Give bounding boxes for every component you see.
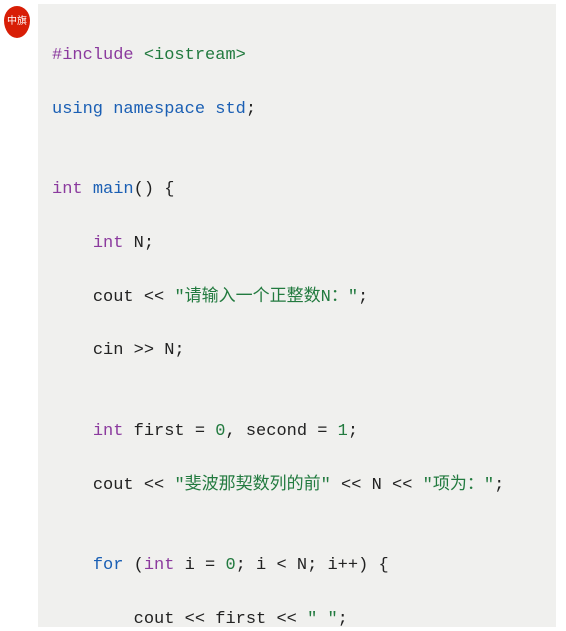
code-block: #include <iostream> using namespace std;… (38, 4, 556, 627)
code-text: () { (134, 180, 175, 199)
keyword: for (93, 556, 124, 575)
watermark-badge: 中旗 (4, 6, 30, 38)
code-line: cout << first << " "; (52, 607, 542, 627)
code-line: int main() { (52, 177, 542, 204)
code-line: for (int i = 0; i < N; i++) { (52, 553, 542, 580)
code-text: cout << (52, 476, 174, 495)
number-literal: 0 (225, 556, 235, 575)
code-line: cout << "请输入一个正整数N："; (52, 285, 542, 312)
type-keyword: int (93, 234, 124, 253)
code-text: ; i < N; i++) { (236, 556, 389, 575)
code-line: cin >> N; (52, 338, 542, 365)
code-text: ; (348, 422, 358, 441)
punct: ; (246, 100, 256, 119)
function-name: main (93, 180, 134, 199)
code-text: i = (174, 556, 225, 575)
code-text: ( (123, 556, 143, 575)
code-text: ; (358, 288, 368, 307)
code-line: cout << "斐波那契数列的前" << N << "项为："; (52, 473, 542, 500)
identifier: std (215, 100, 246, 119)
keyword: using (52, 100, 103, 119)
include-header: <iostream> (144, 46, 246, 65)
keyword: namespace (113, 100, 205, 119)
code-line: int N; (52, 231, 542, 258)
code-text: ; (494, 476, 504, 495)
type-keyword: int (144, 556, 175, 575)
code-line: #include <iostream> (52, 43, 542, 70)
preproc-keyword: #include (52, 46, 134, 65)
string-literal: "项为：" (423, 476, 494, 495)
code-line: int first = 0, second = 1; (52, 419, 542, 446)
code-text: cout << (52, 288, 174, 307)
code-text: ; (338, 610, 348, 627)
code-line: using namespace std; (52, 97, 542, 124)
number-literal: 0 (215, 422, 225, 441)
code-text: N; (123, 234, 154, 253)
string-literal: "斐波那契数列的前" (174, 476, 330, 495)
type-keyword: int (93, 422, 124, 441)
string-literal: "请输入一个正整数N：" (174, 288, 358, 307)
code-text: << N << (331, 476, 423, 495)
number-literal: 1 (338, 422, 348, 441)
watermark-text: 中旗 (7, 17, 27, 27)
code-text: first = (123, 422, 215, 441)
code-text: cout << first << (52, 610, 307, 627)
code-text: , second = (225, 422, 337, 441)
type-keyword: int (52, 180, 83, 199)
string-literal: " " (307, 610, 338, 627)
